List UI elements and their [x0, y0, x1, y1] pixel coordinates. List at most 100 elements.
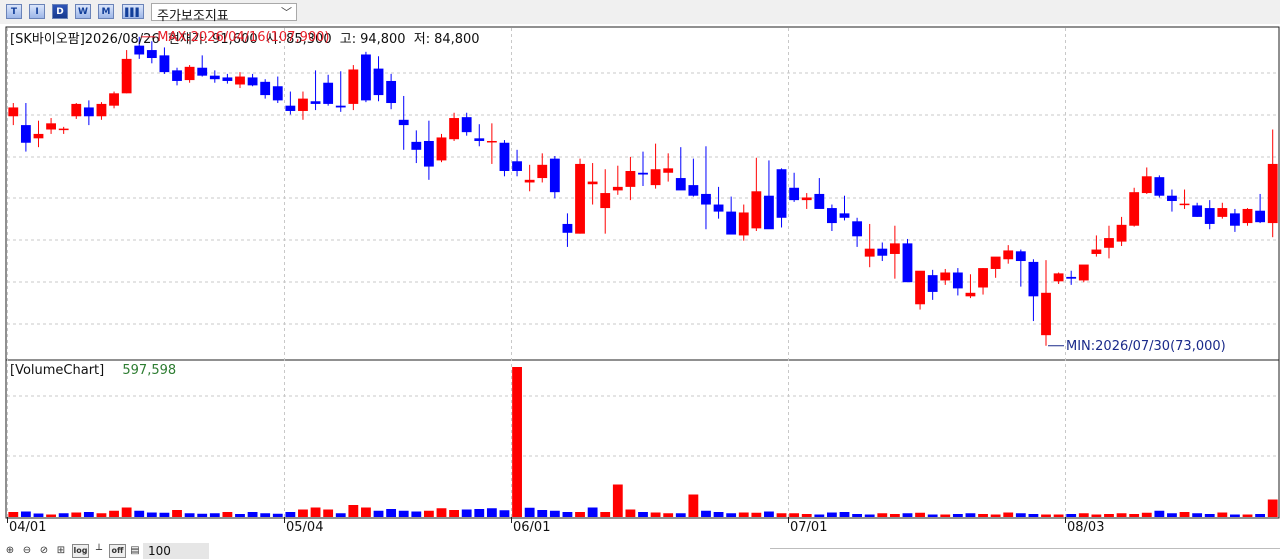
candle-body	[285, 105, 296, 111]
candle-body	[260, 81, 271, 96]
volume-bar	[260, 513, 271, 517]
volume-bar	[524, 507, 535, 517]
candle-body	[789, 187, 800, 201]
candle-body	[650, 169, 661, 186]
volume-bar	[1041, 514, 1051, 517]
volume-bar	[1003, 512, 1014, 517]
candle-body	[1255, 210, 1266, 223]
volume-title: VolumeChart	[15, 363, 99, 378]
candle-body	[222, 77, 233, 81]
volume-bar	[197, 513, 208, 517]
volume-bar	[8, 512, 19, 517]
indicator-select[interactable]: 주가보조지표 ﹀	[151, 3, 297, 24]
volume-bar	[247, 512, 258, 517]
volume-bar	[411, 511, 422, 517]
candle-body	[1179, 203, 1190, 206]
candle-body	[474, 138, 485, 141]
candle-body	[71, 103, 82, 117]
stock-name: SK바이오팜	[15, 32, 80, 47]
candle-body	[663, 168, 674, 173]
volume-bar	[1078, 513, 1089, 517]
zoom-out-icon[interactable]: ⊖	[20, 544, 34, 558]
zoom-value: 100	[148, 544, 171, 558]
volume-bar	[940, 514, 951, 517]
candle-body	[1230, 213, 1240, 226]
off-toggle-button[interactable]: off	[109, 544, 126, 558]
volume-bar	[436, 508, 447, 517]
volume-bar	[58, 513, 69, 517]
volume-bar	[83, 512, 94, 517]
candle-body	[298, 98, 308, 111]
stock-chart[interactable]: 04/01 05/04 06/01 07/01 08/03 [SK바이오팜]2026/0…	[0, 24, 1280, 542]
volume-bar	[600, 512, 611, 517]
candle-body	[235, 76, 245, 85]
volume-bar	[638, 512, 648, 517]
candle-body	[461, 117, 472, 133]
candle-body	[323, 82, 334, 104]
volume-bar	[310, 507, 321, 517]
candle-body	[499, 142, 510, 171]
candle-body	[20, 125, 31, 143]
candle-body	[1192, 205, 1203, 217]
zoom-in-icon[interactable]: ⊕	[3, 544, 17, 558]
candle-body	[738, 212, 749, 236]
candle-body	[33, 133, 44, 139]
volume-bar	[801, 514, 812, 517]
volume-bar	[764, 511, 774, 517]
chevron-down-icon: ﹀	[281, 6, 292, 19]
candle-body	[1015, 251, 1026, 262]
volume-bar	[172, 510, 182, 517]
period-tick-button[interactable]: T	[6, 4, 22, 19]
x-axis-ticks: 04/01 05/04 06/01 07/01 08/03	[7, 517, 1104, 535]
volume-bar	[184, 513, 195, 517]
comment-icon[interactable]: ▤	[128, 544, 142, 558]
volume-bar	[272, 513, 283, 517]
volume-bar	[1242, 514, 1253, 517]
candle-body	[247, 77, 258, 86]
volume-bar	[738, 512, 749, 517]
volume-header: [VolumeChart] 597,598	[10, 363, 176, 378]
candle-body	[310, 101, 321, 104]
volume-bar	[826, 512, 837, 517]
candle-body	[46, 123, 56, 130]
volume-bar	[650, 512, 661, 517]
volume-bar	[499, 510, 510, 517]
period-week-button[interactable]: W	[75, 4, 91, 19]
chart-bottom-bar: ⊕ ⊖ ⊘ ⊞ log ┴ off ▤ 100	[0, 542, 1280, 560]
scroll-track[interactable]	[770, 548, 1280, 549]
volume-bar	[549, 510, 560, 517]
period-minute-button[interactable]: I	[29, 4, 45, 19]
volume-bar	[864, 514, 875, 517]
volume-bar	[33, 513, 44, 517]
period-month-button[interactable]: M	[98, 4, 114, 19]
volume-bar	[298, 509, 308, 517]
volume-bar	[1129, 514, 1140, 517]
candle-body	[335, 105, 346, 108]
volume-bar	[726, 513, 737, 517]
volume-bar	[927, 514, 938, 517]
volume-bar	[675, 513, 686, 517]
zoom-area-icon[interactable]: ⊞	[54, 544, 68, 558]
period-day-button[interactable]: D	[52, 4, 68, 19]
volume-bar	[839, 512, 850, 517]
candle-body	[600, 193, 611, 209]
x-tick-label: 05/04	[286, 520, 323, 535]
volume-bar	[852, 514, 863, 517]
candle-body	[109, 93, 119, 106]
volume-bar	[1179, 512, 1190, 517]
log-scale-button[interactable]: log	[72, 544, 89, 558]
volume-bar	[663, 513, 674, 517]
candle-body	[1242, 208, 1253, 224]
candle-body	[1003, 250, 1014, 260]
candle-body	[612, 186, 623, 191]
volume-bar	[1116, 513, 1127, 517]
candle-body	[159, 55, 170, 73]
chart-type-bars-icon[interactable]: ▌▌▌	[122, 4, 144, 19]
candle-body	[839, 213, 850, 218]
volume-bar	[71, 512, 82, 517]
zoom-reset-icon[interactable]: ⊘	[37, 544, 51, 558]
crosshair-icon[interactable]: ┴	[92, 544, 106, 558]
candle-body	[1204, 208, 1215, 224]
candle-body	[512, 161, 522, 171]
volume-bar	[965, 513, 976, 517]
